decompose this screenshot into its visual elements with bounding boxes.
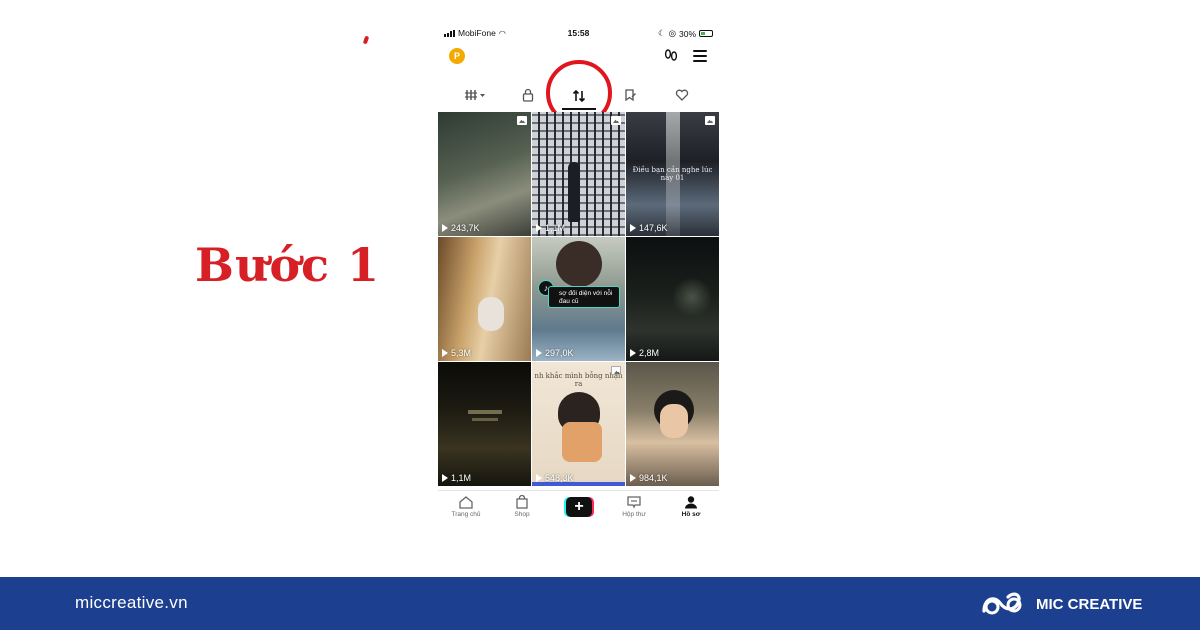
home-icon [459,496,473,509]
red-mark [362,35,370,45]
photo-icon [517,116,527,125]
view-count: 548,3K [545,473,574,483]
video-thumbnail[interactable]: ♪ sợ đối diện với nỗi đau cũ 297,0K [532,237,625,361]
tab-favorites[interactable] [620,88,640,108]
play-icon [536,474,542,482]
view-count: 2,8M [639,348,660,358]
lock-icon [522,88,534,102]
page: Bước 1 MobiFone ◠ 15:58 ☾ ◎ 30% P 243,7K… [0,0,1200,630]
moon-icon: ☾ [657,28,666,38]
video-thumbnail[interactable]: 1,1M [532,112,625,236]
nav-inbox[interactable]: Hộp thư [609,495,659,518]
footprint-icon[interactable] [663,47,679,65]
photo-icon [705,116,715,125]
video-thumbnail[interactable]: 5,3M [438,237,531,361]
view-count: 297,0K [545,348,574,358]
video-thumbnail[interactable]: 1,1M [438,362,531,486]
nav-shop-label: Shop [514,511,530,518]
play-icon [442,224,448,232]
nav-inbox-label: Hộp thư [622,511,646,518]
play-icon [630,474,636,482]
phone-screenshot: MobiFone ◠ 15:58 ☾ ◎ 30% P 243,7K 1,1M Đ… [438,22,719,525]
heart-icon [675,89,689,101]
bookmark-icon [625,89,636,102]
grid-icon [465,90,485,100]
shopping-bag-icon [516,495,528,509]
photo-icon [611,366,621,375]
play-icon [630,349,636,357]
nav-home[interactable]: Trang chủ [441,495,491,518]
video-caption: Điều bạn cần nghe lúc này 01 [632,166,713,182]
website-link[interactable]: miccreative.vn [75,593,188,613]
plus-icon: + [566,497,592,517]
tab-private[interactable] [518,88,538,108]
video-thumbnail[interactable]: 2,8M [626,237,719,361]
view-count: 1,1M [451,473,472,483]
step-title: Bước 1 [195,238,381,292]
video-thumbnail[interactable]: Điều bạn cần nghe lúc này 01 147,6K [626,112,719,236]
view-count: 5,3M [451,348,472,358]
inbox-icon [627,496,641,509]
view-count: 1,1M [545,223,566,233]
play-icon [536,224,542,232]
nav-home-label: Trang chủ [451,511,481,518]
battery-percent: 30% [678,28,696,39]
nav-shop[interactable]: Shop [497,495,547,518]
play-icon [442,474,448,482]
play-icon [536,349,542,357]
view-count: 984,1K [639,473,668,483]
brand: MIC CREATIVE [980,589,1142,619]
view-count: 147,6K [639,223,668,233]
rotation-lock-icon: ◎ [668,28,676,38]
menu-icon[interactable] [693,50,707,62]
tab-videos-grid[interactable] [460,88,492,108]
video-thumbnail[interactable]: 984,1K [626,362,719,486]
play-icon [442,349,448,357]
footer-bar: miccreative.vn MIC CREATIVE [0,577,1200,630]
photo-icon [611,116,621,125]
status-bar: MobiFone ◠ 15:58 ☾ ◎ 30% [438,22,719,44]
video-sticker: sợ đối diện với nỗi đau cũ [548,286,620,308]
nav-profile[interactable]: Hồ sơ [666,495,716,518]
coin-icon[interactable]: P [449,48,465,64]
battery-icon [699,30,713,37]
nav-profile-label: Hồ sơ [681,511,701,518]
view-count: 243,7K [451,223,480,233]
create-button[interactable]: + [564,497,594,517]
video-thumbnail[interactable]: 243,7K [438,112,531,236]
play-icon [630,224,636,232]
tab-liked[interactable] [672,88,692,108]
mic-creative-logo-icon [982,592,1022,615]
profile-icon [685,496,697,509]
video-thumbnail[interactable]: nh khắc mình bỗng nhận ra 548,3K [532,362,625,486]
brand-name: MIC CREATIVE [1036,595,1143,613]
bottom-nav: Trang chủ Shop + Hộp thư Hồ sơ [438,490,719,525]
video-grid: 243,7K 1,1M Điều bạn cần nghe lúc này 01… [438,112,719,490]
